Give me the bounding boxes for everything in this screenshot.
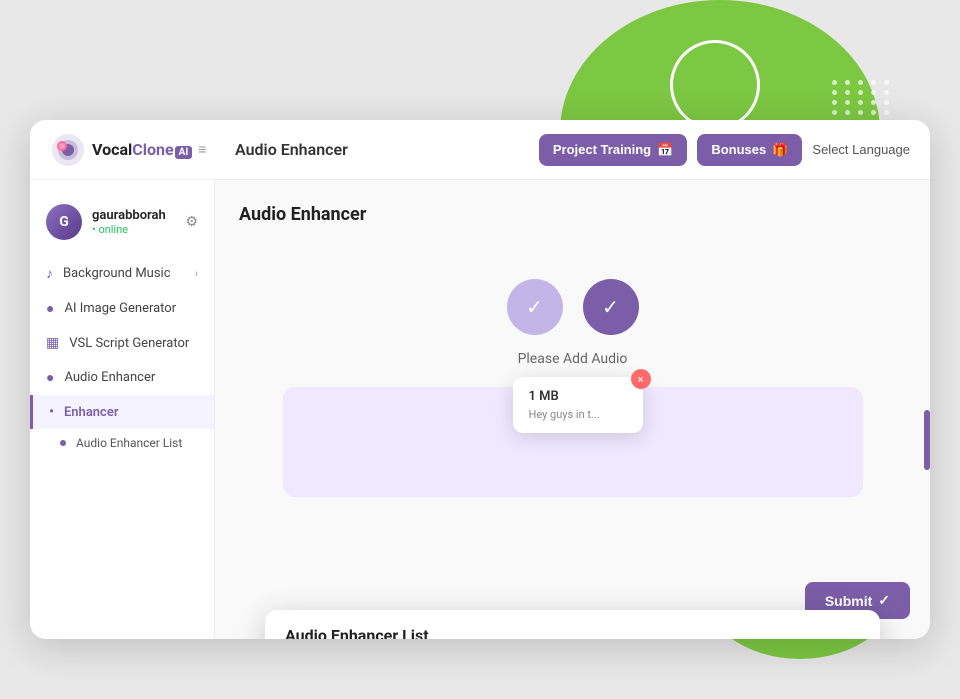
sidebar-item-label: Background Music <box>63 266 171 281</box>
please-add-text: Please Add Audio <box>518 351 628 367</box>
menu-icon[interactable]: ≡ <box>198 141 206 158</box>
user-section: G gaurabborah • online ⚙ <box>30 196 214 256</box>
gift-icon: 🎁 <box>772 142 788 158</box>
scroll-indicator <box>924 410 930 470</box>
drop-zone[interactable]: × 1 MB Hey guys in t... <box>283 387 863 497</box>
sidebar-item-vsl-script-generator[interactable]: ▦ VSL Script Generator <box>30 326 214 360</box>
sidebar-item-label: Audio Enhancer List <box>76 436 182 450</box>
upload-area: ✓ ✓ Please Add Audio × 1 MB Hey guys in … <box>239 249 906 527</box>
upload-circle-dark: ✓ <box>583 279 639 335</box>
app-header: VocalCloneAI ≡ Audio Enhancer Project Tr… <box>30 120 930 180</box>
app-container: VocalCloneAI ≡ Audio Enhancer Project Tr… <box>30 120 930 639</box>
sidebar-item-label: VSL Script Generator <box>69 336 189 351</box>
upload-circles: ✓ ✓ <box>507 279 639 335</box>
music-icon: ♪ <box>46 265 53 282</box>
main-content: Audio Enhancer ✓ ✓ Please Add Audio × <box>215 180 930 639</box>
check-icon: ✓ <box>878 592 890 609</box>
section-title: Audio Enhancer <box>239 204 906 225</box>
file-card: × 1 MB Hey guys in t... <box>513 377 643 433</box>
dot-pattern <box>832 80 892 115</box>
sub-dot-icon <box>60 440 66 446</box>
list-panel-header: Audio Enhancer List <box>265 610 880 639</box>
chevron-right-icon: › <box>195 267 198 280</box>
bonuses-button[interactable]: Bonuses 🎁 <box>697 134 802 166</box>
sidebar: G gaurabborah • online ⚙ ♪ Background Mu… <box>30 180 215 639</box>
page-title: Audio Enhancer <box>235 140 539 159</box>
app-body: G gaurabborah • online ⚙ ♪ Background Mu… <box>30 180 930 639</box>
sidebar-item-enhancer[interactable]: • Enhancer <box>30 395 214 429</box>
file-size: 1 MB <box>529 389 627 404</box>
select-language-button[interactable]: Select Language <box>812 142 910 157</box>
image-icon: ● <box>46 300 54 317</box>
avatar: G <box>46 204 82 240</box>
close-icon[interactable]: × <box>631 369 651 389</box>
project-training-label: Project Training <box>553 142 651 157</box>
audio-icon: ● <box>46 369 54 386</box>
check-icon-dark: ✓ <box>602 295 619 319</box>
header-actions: Project Training 📅 Bonuses 🎁 Select Lang… <box>539 134 910 166</box>
sidebar-item-label: Enhancer <box>64 405 119 420</box>
user-name: gaurabborah <box>92 208 175 223</box>
logo-icon <box>50 132 86 168</box>
sidebar-item-audio-enhancer-list[interactable]: Audio Enhancer List <box>30 429 214 457</box>
list-panel: Audio Enhancer List SI Creation Date Tit… <box>265 610 880 639</box>
project-training-button[interactable]: Project Training 📅 <box>539 134 687 166</box>
file-name: Hey guys in t... <box>529 408 627 421</box>
dot-icon: • <box>49 404 54 420</box>
bg-circle <box>670 40 760 130</box>
submit-label: Submit <box>825 593 872 609</box>
calendar-icon: 📅 <box>657 142 673 158</box>
script-icon: ▦ <box>46 335 59 351</box>
logo-text: VocalCloneAI <box>92 140 192 159</box>
sidebar-item-background-music[interactable]: ♪ Background Music › <box>30 256 214 291</box>
sidebar-item-ai-image-generator[interactable]: ● AI Image Generator <box>30 291 214 326</box>
logo-area: VocalCloneAI ≡ <box>50 132 235 168</box>
sidebar-item-label: Audio Enhancer <box>64 370 155 385</box>
upload-circle-light: ✓ <box>507 279 563 335</box>
user-status: • online <box>92 223 175 236</box>
bonuses-label: Bonuses <box>711 142 766 157</box>
sidebar-item-audio-enhancer[interactable]: ● Audio Enhancer <box>30 360 214 395</box>
check-icon-light: ✓ <box>526 295 543 319</box>
sidebar-item-label: AI Image Generator <box>64 301 176 316</box>
settings-icon[interactable]: ⚙ <box>185 214 198 230</box>
